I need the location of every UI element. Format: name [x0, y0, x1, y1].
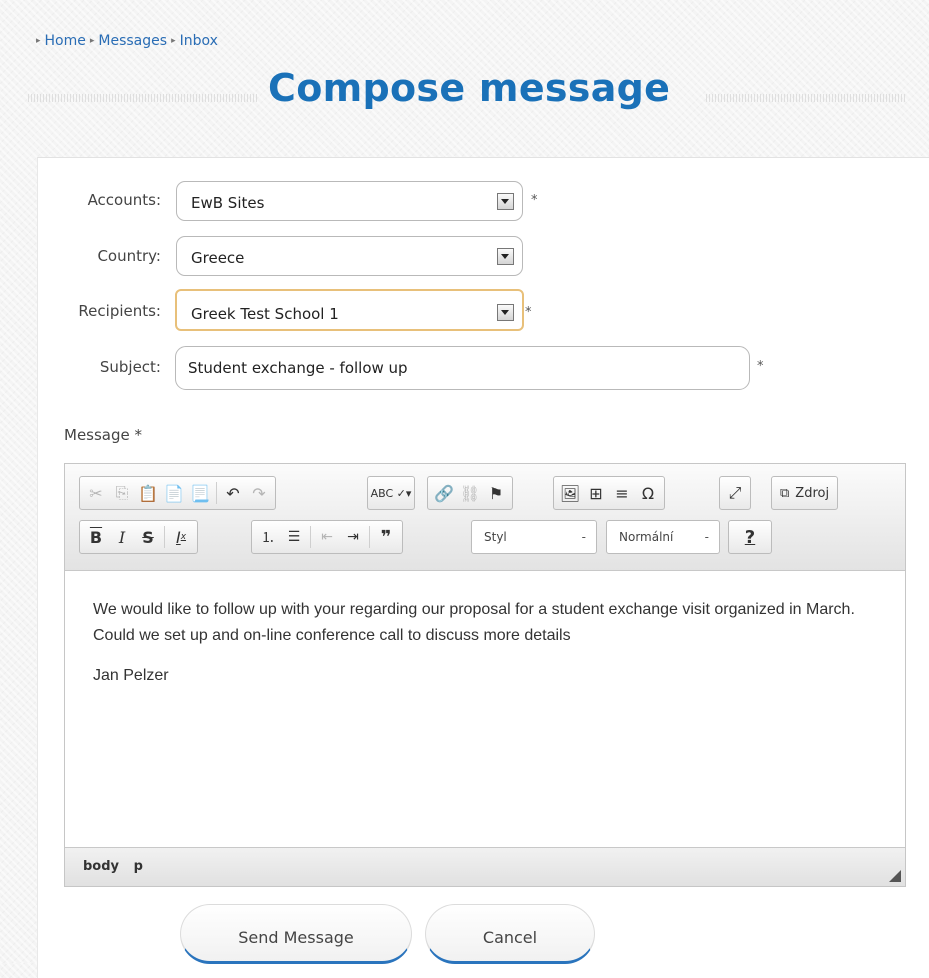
help-group: ? — [728, 520, 772, 554]
page-title: Compose message — [268, 66, 671, 110]
unlink-icon[interactable]: ⛓ — [457, 480, 483, 506]
style-combo[interactable]: Styl - — [471, 520, 597, 554]
dropdown-arrow-icon[interactable] — [497, 193, 514, 210]
editor-toolbar: ✂ ⎘ 📋 📄 📃 ↶ ↷ ABC ✓▾ 🔗 ⛓ ⚑ 🖼 ⊞ ≡ Ω ⤢ ⧉ Z… — [65, 464, 905, 571]
source-icon: ⧉ — [780, 485, 790, 501]
maximize-icon[interactable]: ⤢ — [722, 480, 748, 506]
table-icon[interactable]: ⊞ — [583, 480, 609, 506]
spellcheck-icon[interactable]: ABC ✓▾ — [370, 480, 412, 506]
source-label: Zdroj — [795, 485, 830, 501]
breadcrumb-arrow-icon: ▸ — [171, 36, 176, 46]
bold-icon[interactable]: B — [83, 524, 109, 550]
style-combo-value: Styl — [484, 530, 507, 544]
formatting-group: B I S Ix — [79, 520, 198, 554]
horizontal-line-icon[interactable]: ≡ — [609, 480, 635, 506]
breadcrumb-arrow-icon: ▸ — [89, 36, 95, 46]
strikethrough-icon[interactable]: S — [135, 524, 161, 550]
recipients-label: Recipients: — [78, 302, 161, 320]
recipients-select[interactable]: Greek Test School 1 — [175, 289, 524, 331]
link-group: 🔗 ⛓ ⚑ — [427, 476, 513, 510]
recipients-value: Greek Test School 1 — [191, 305, 339, 323]
anchor-flag-icon[interactable]: ⚑ — [483, 480, 509, 506]
breadcrumb-home[interactable]: Home — [45, 33, 86, 49]
spellcheck-group: ABC ✓▾ — [367, 476, 415, 510]
remove-format-icon[interactable]: Ix — [168, 524, 194, 550]
italic-icon[interactable]: I — [109, 524, 135, 550]
format-combo[interactable]: Normální - — [606, 520, 720, 554]
accounts-label: Accounts: — [87, 191, 161, 209]
format-combo-value: Normální — [619, 530, 674, 544]
clipboard-group: ✂ ⎘ 📋 📄 📃 ↶ ↷ — [79, 476, 276, 510]
required-marker: * — [757, 359, 764, 374]
undo-icon[interactable]: ↶ — [220, 480, 246, 506]
dropdown-arrow-icon[interactable] — [497, 304, 514, 321]
subject-label: Subject: — [99, 358, 161, 376]
paste-icon[interactable]: 📋 — [135, 480, 161, 506]
insert-group: 🖼 ⊞ ≡ Ω — [553, 476, 665, 510]
required-marker: * — [531, 193, 538, 208]
message-paragraph: We would like to follow up with your reg… — [93, 601, 855, 644]
cut-icon[interactable]: ✂ — [83, 480, 109, 506]
breadcrumb-inbox[interactable]: Inbox — [180, 33, 218, 49]
copy-icon[interactable]: ⎘ — [109, 480, 135, 506]
message-signature: Jan Pelzer — [93, 667, 169, 684]
outdent-icon[interactable]: ⇤ — [314, 524, 340, 550]
title-divider — [706, 94, 906, 102]
combo-arrow-icon: - — [704, 530, 709, 544]
toolbar-separator — [216, 482, 217, 504]
message-label: Message * — [64, 426, 143, 444]
spellcheck-label: ABC — [370, 486, 394, 500]
numbered-list-icon[interactable]: ⒈ — [255, 524, 281, 550]
element-path: body p — [83, 859, 153, 874]
breadcrumb-arrow-icon: ▸ — [36, 36, 41, 46]
redo-icon[interactable]: ↷ — [246, 480, 272, 506]
editor-statusbar: body p — [65, 847, 905, 886]
paste-text-icon[interactable]: 📄 — [161, 480, 187, 506]
rich-text-editor: ✂ ⎘ 📋 📄 📃 ↶ ↷ ABC ✓▾ 🔗 ⛓ ⚑ 🖼 ⊞ ≡ Ω ⤢ ⧉ Z… — [64, 463, 906, 887]
accounts-select[interactable]: EwB Sites — [176, 181, 523, 221]
country-label: Country: — [97, 247, 161, 265]
resize-handle-icon[interactable] — [889, 870, 901, 882]
accounts-value: EwB Sites — [191, 194, 265, 212]
source-button[interactable]: ⧉ Zdroj — [771, 476, 839, 510]
cancel-button[interactable]: Cancel — [425, 904, 595, 964]
send-message-button[interactable]: Send Message — [180, 904, 412, 964]
combo-arrow-icon: - — [581, 530, 586, 544]
help-icon[interactable]: ? — [737, 524, 763, 550]
bulleted-list-icon[interactable]: ☰ — [281, 524, 307, 550]
title-row: Compose message — [0, 66, 929, 126]
blockquote-icon[interactable]: ❞ — [373, 524, 399, 550]
editor-content[interactable]: We would like to follow up with your reg… — [93, 597, 883, 703]
toolbar-separator — [310, 526, 311, 548]
country-value: Greece — [191, 249, 245, 267]
list-group: ⒈ ☰ ⇤ ⇥ ❞ — [251, 520, 403, 554]
breadcrumb-messages[interactable]: Messages — [98, 33, 167, 49]
path-p[interactable]: p — [134, 859, 143, 874]
indent-icon[interactable]: ⇥ — [340, 524, 366, 550]
special-character-icon[interactable]: Ω — [635, 480, 661, 506]
required-marker: * — [525, 305, 532, 320]
country-select[interactable]: Greece — [176, 236, 523, 276]
maximize-group: ⤢ — [719, 476, 751, 510]
dropdown-arrow-icon[interactable] — [497, 248, 514, 265]
subject-input[interactable] — [175, 346, 750, 390]
toolbar-separator — [164, 526, 165, 548]
breadcrumb: ▸ Home ▸ Messages ▸ Inbox — [36, 33, 218, 49]
path-body[interactable]: body — [83, 859, 119, 874]
toolbar-separator — [369, 526, 370, 548]
title-divider — [28, 94, 258, 102]
paste-word-icon[interactable]: 📃 — [187, 480, 213, 506]
image-icon[interactable]: 🖼 — [557, 480, 583, 506]
link-icon[interactable]: 🔗 — [431, 480, 457, 506]
